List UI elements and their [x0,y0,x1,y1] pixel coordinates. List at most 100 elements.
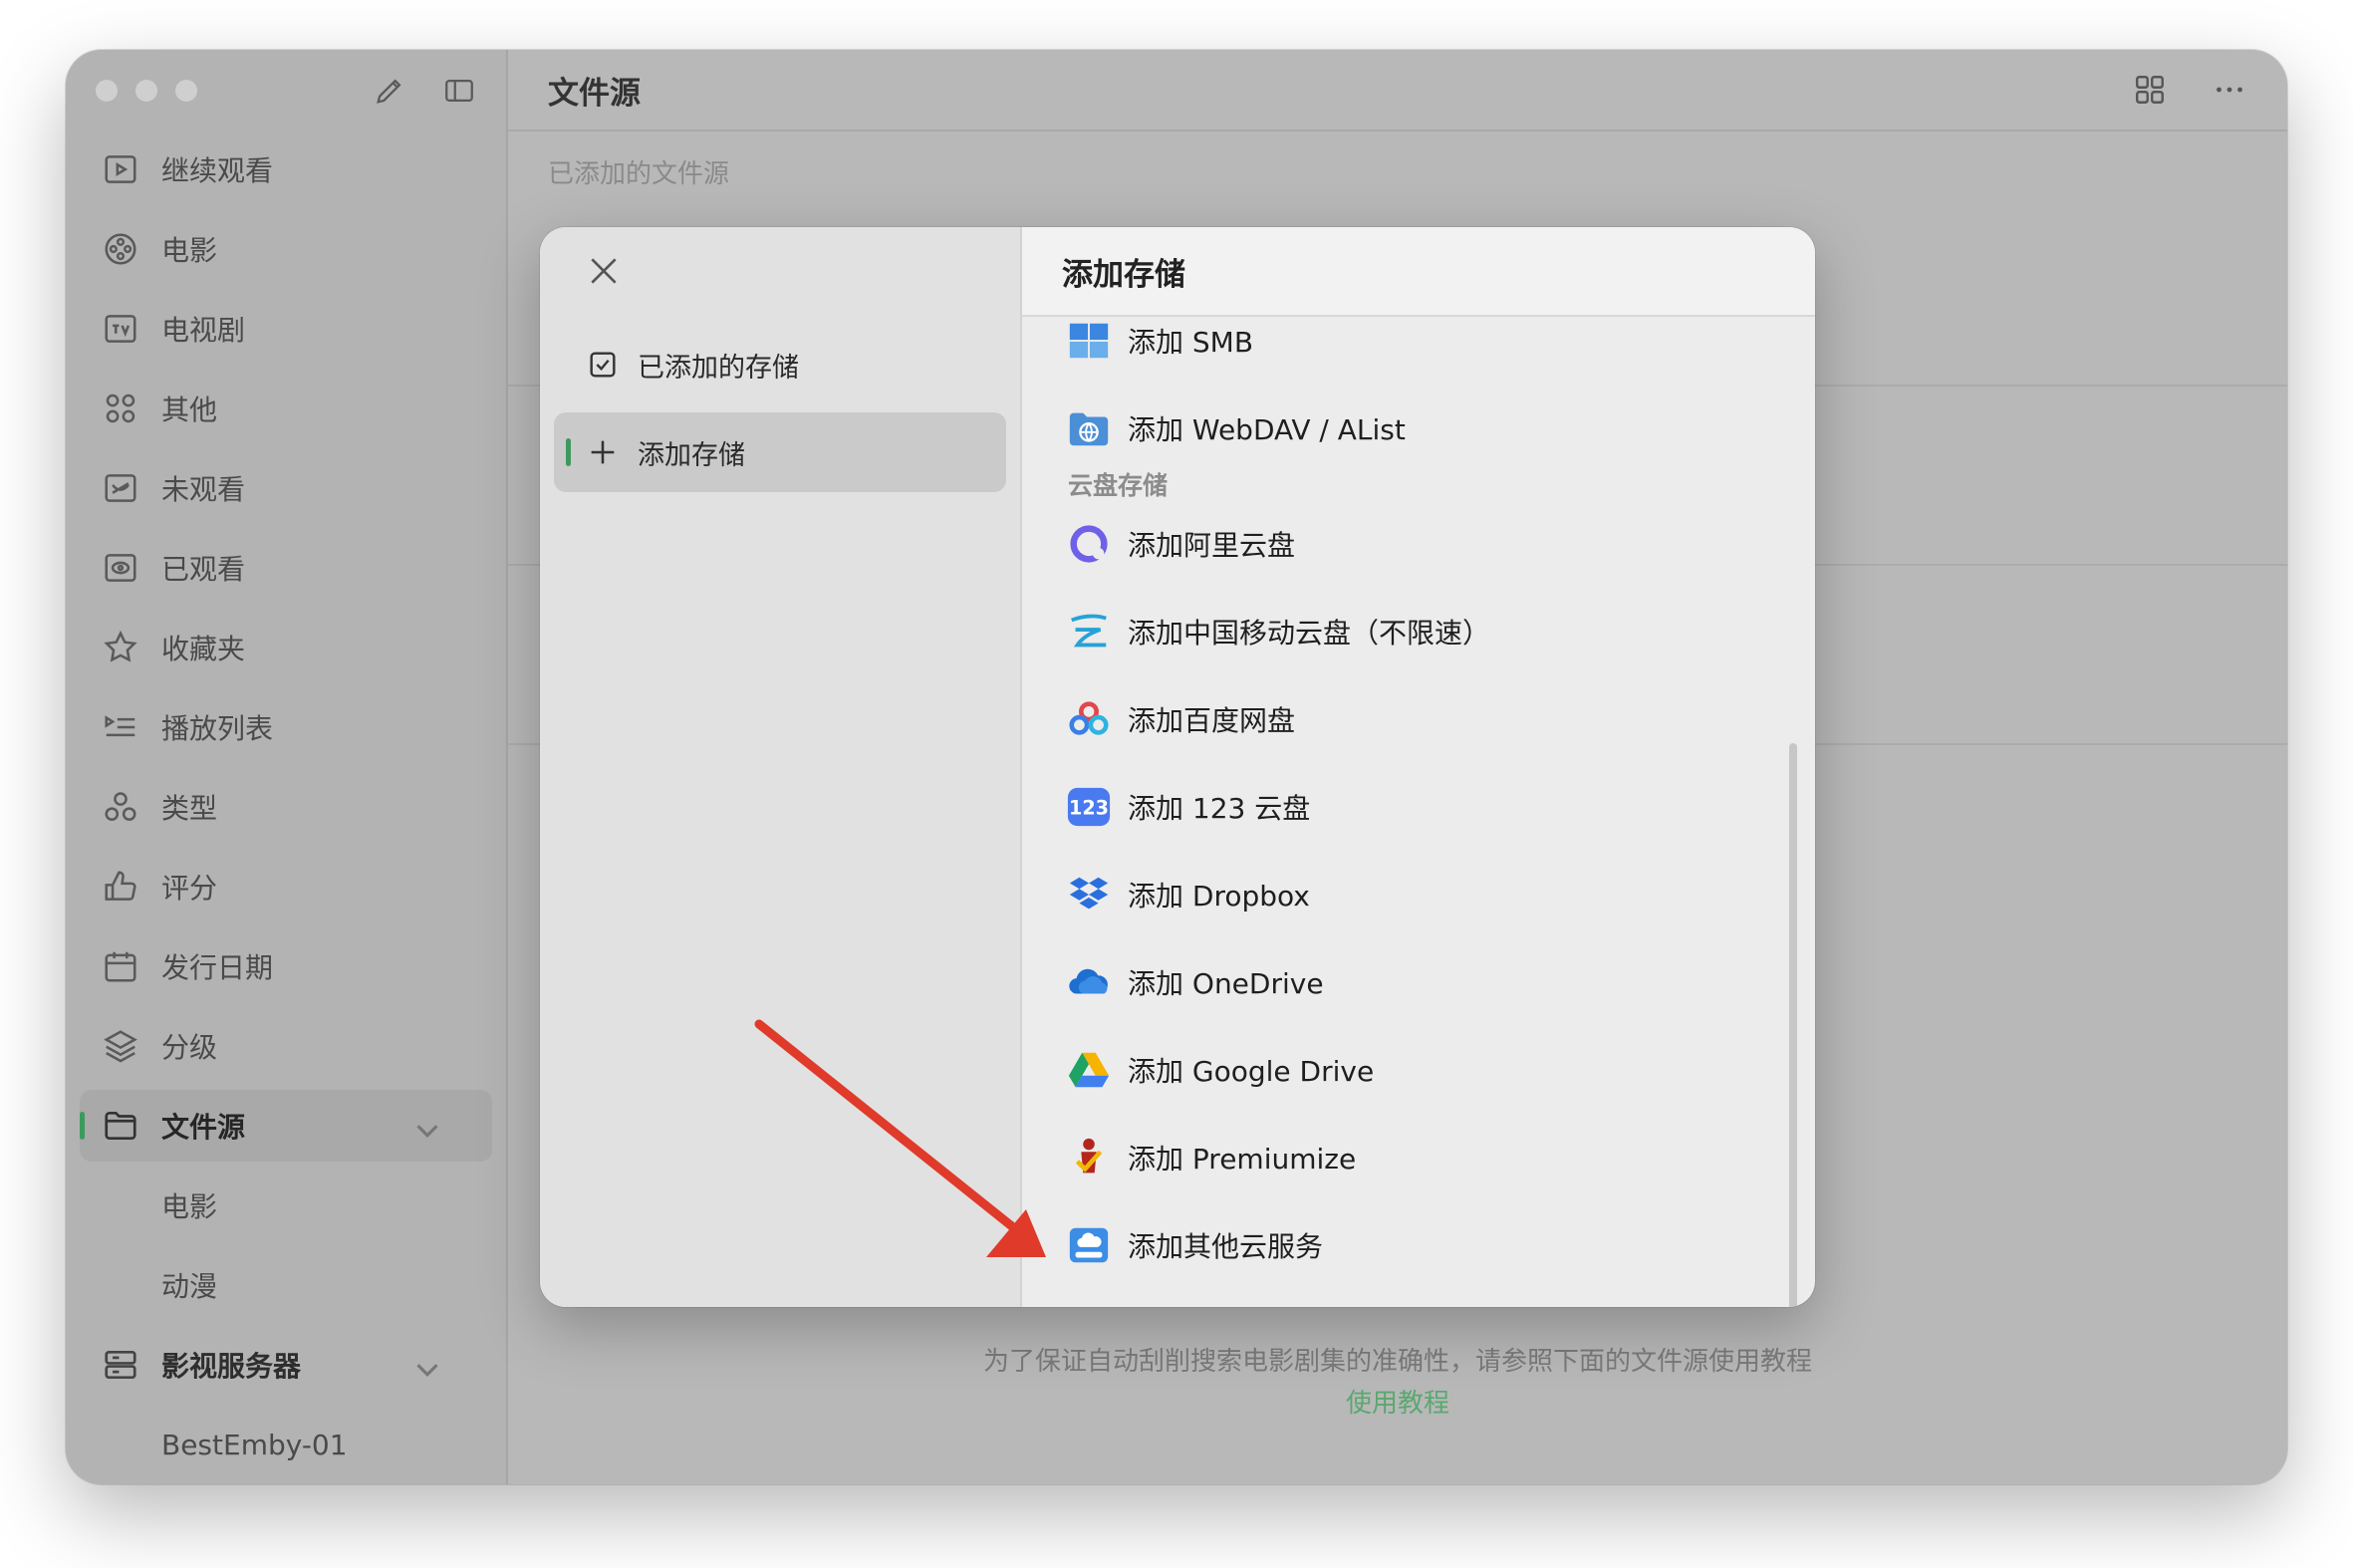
sidebar-toolbar [373,74,476,108]
option-label: 添加 SMB [1128,326,1254,359]
add-123-option[interactable]: 123 添加 123 云盘 [1066,777,1310,837]
chevron-down-icon[interactable] [408,1112,446,1150]
sidebar-item-label: 类型 [161,792,218,825]
sidebar-item-label: 评分 [161,872,218,905]
sidebar-item-label: 发行日期 [161,951,274,984]
modal-tab-label: 已添加的存储 [638,352,799,384]
sidebar-subitem-anime[interactable]: 动漫 [80,1249,492,1321]
sidebar-item-label: 收藏夹 [161,633,246,665]
add-china-mobile-option[interactable]: 添加中国移动云盘（不限速） [1066,602,1490,661]
sidebar-item-label: 影视服务器 [161,1350,302,1383]
checkbox-icon [590,352,616,378]
modal-tab-add-storage[interactable]: 添加存储 [554,412,1006,492]
cloud-drive-icon [1069,1227,1109,1263]
star-icon [104,630,137,662]
add-aliyun-option[interactable]: 添加阿里云盘 [1066,514,1295,574]
option-label: 添加其他云服务 [1128,1230,1324,1263]
sidebar-item-classification[interactable]: 分级 [80,1010,492,1082]
add-smb-option[interactable]: 添加 SMB [1066,317,1253,371]
add-google-drive-option[interactable]: 添加 Google Drive [1066,1040,1374,1100]
close-icon[interactable] [584,251,624,291]
pan123-icon: 123 [1067,787,1111,827]
sidebar-subitem-movies[interactable]: 电影 [80,1170,492,1241]
option-label: 添加 OneDrive [1128,967,1324,1000]
layers-icon [104,1030,137,1063]
sidebar-item-file-source[interactable]: 文件源 [80,1090,492,1162]
modal-scrollbar[interactable] [1789,743,1797,1307]
option-label: 添加百度网盘 [1128,704,1296,737]
modal-tab-added-storage[interactable]: 已添加的存储 [554,325,1006,404]
zoom-window-button[interactable] [175,80,197,102]
sidebar-item-watched[interactable]: 已观看 [80,532,492,604]
add-onedrive-option[interactable]: 添加 OneDrive [1066,952,1324,1012]
storage-options-list: 添加 SMB 添加 WebDAV / AList 云盘存储 添加阿里云盘 添加中… [1022,317,1815,1307]
option-label: 添加 WebDAV / AList [1128,413,1406,446]
sidebar-subitem-bestemby[interactable]: BestEmby-01 [80,1409,492,1480]
sidebar-item-label: 继续观看 [161,154,274,187]
sidebar-toggle-icon[interactable] [442,74,476,108]
grid-view-icon[interactable] [2132,72,2168,108]
shapes-icon [105,792,136,821]
window-controls [96,80,197,102]
modal-title: 添加存储 [1022,227,1815,317]
sidebar-item-label: 电影 [161,1190,218,1223]
sidebar-item-label: BestEmby-01 [161,1428,348,1461]
sidebar-item-label: 分级 [161,1031,218,1064]
tutorial-hint: 为了保证自动刮削搜索电影剧集的准确性，请参照下面的文件源使用教程 [982,1347,1812,1377]
chevron-down-icon[interactable] [408,1351,446,1389]
thumbs-up-icon [105,871,136,901]
sidebar-item-release-date[interactable]: 发行日期 [80,930,492,1002]
option-label: 添加 123 云盘 [1128,792,1311,825]
sidebar-item-movies[interactable]: 电影 [80,213,492,285]
premiumize-icon [1075,1138,1103,1174]
eye-icon [105,554,136,582]
modal-tab-label: 添加存储 [638,439,745,471]
server-icon [105,1350,136,1380]
modal-nav: 已添加的存储 添加存储 [554,325,1006,500]
modal-sidebar: 已添加的存储 添加存储 [540,227,1022,1307]
china-mobile-cloud-icon [1071,614,1107,648]
add-storage-modal: 已添加的存储 添加存储 添加存储 添加 SMB 添加 WebDAV / ALis… [540,227,1815,1307]
tv-icon [105,315,136,343]
sidebar-item-label: 其他 [161,393,218,426]
add-baidu-option[interactable]: 添加百度网盘 [1066,689,1295,749]
sidebar-item-other[interactable]: 其他 [80,373,492,444]
option-label: 添加中国移动云盘（不限速） [1128,617,1491,650]
sidebar-item-rating[interactable]: 评分 [80,851,492,922]
close-window-button[interactable] [96,80,118,102]
option-label: 添加 Dropbox [1128,880,1310,913]
add-webdav-option[interactable]: 添加 WebDAV / AList [1066,398,1406,458]
playlist-icon [105,715,135,737]
tutorial-link[interactable]: 使用教程 [508,1383,2287,1420]
folder-icon [105,1111,136,1141]
minimize-window-button[interactable] [135,80,157,102]
sidebar-item-unwatched[interactable]: 未观看 [80,452,492,524]
baidu-netdisk-icon [1069,701,1109,735]
sidebar-item-genre[interactable]: 类型 [80,771,492,843]
sidebar-item-continue[interactable]: 继续观看 [80,133,492,205]
sidebar-item-favorites[interactable]: 收藏夹 [80,612,492,683]
sidebar-item-media-server[interactable]: 影视服务器 [80,1329,492,1401]
main-header: 文件源 [508,50,2287,131]
grid-circles-icon [106,393,135,423]
film-reel-icon [105,233,136,265]
sidebar-item-playlist[interactable]: 播放列表 [80,691,492,763]
google-drive-icon [1068,1052,1110,1088]
webdav-folder-icon [1069,412,1109,446]
more-options-icon[interactable] [2212,72,2247,108]
edit-pencil-icon[interactable] [373,74,406,108]
eye-slash-icon [105,474,136,502]
add-dropbox-option[interactable]: 添加 Dropbox [1066,865,1310,924]
onedrive-icon [1069,968,1108,994]
option-label: 添加 Premiumize [1128,1143,1357,1176]
sidebar: 继续观看 电影 电视剧 其他 未观看 已观看 收藏夹 播放列表 类型 评分 发行… [66,50,508,1484]
add-premiumize-option[interactable]: 添加 Premiumize [1066,1128,1356,1187]
option-label: 添加 Google Drive [1128,1055,1375,1088]
svg-text:123: 123 [1069,797,1109,820]
dropbox-icon [1069,877,1109,910]
page-title: 文件源 [548,75,641,112]
sidebar-item-label: 动漫 [161,1270,218,1303]
sidebar-item-label: 未观看 [161,473,246,506]
add-other-cloud-option[interactable]: 添加其他云服务 [1066,1215,1323,1275]
sidebar-item-tv[interactable]: 电视剧 [80,293,492,365]
